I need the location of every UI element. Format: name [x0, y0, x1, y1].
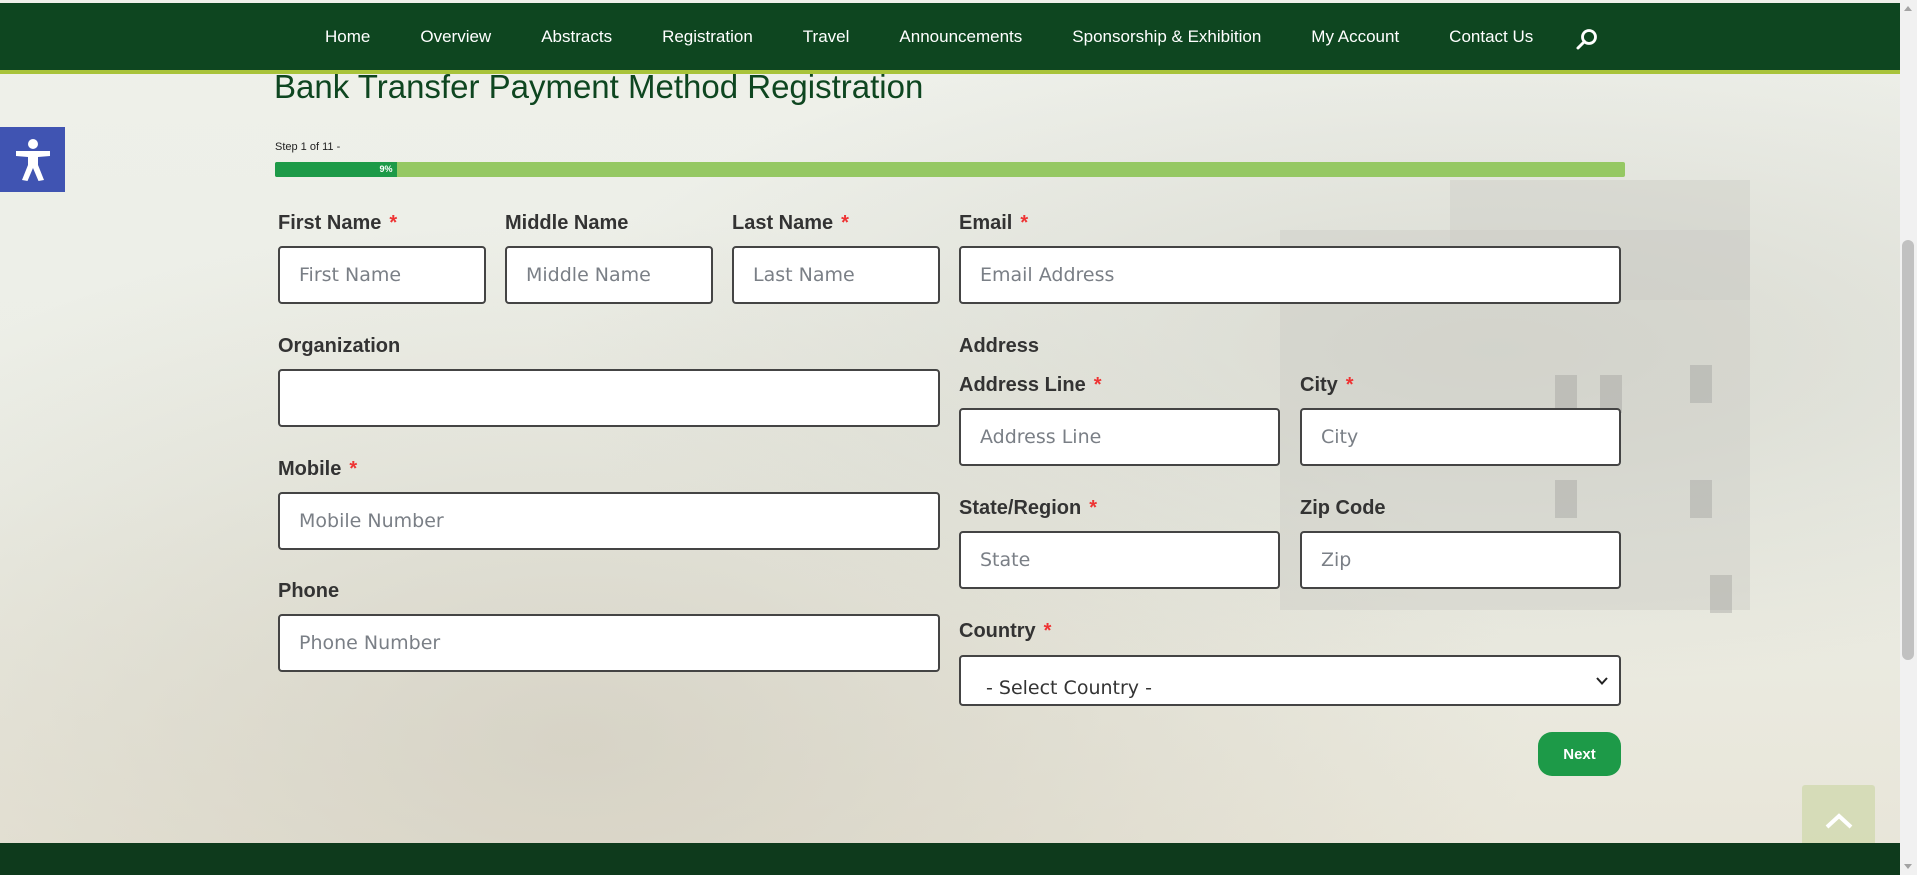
state-region-label-text: State/Region: [959, 497, 1082, 519]
phone-label: Phone: [278, 580, 339, 603]
page-title: Bank Transfer Payment Method Registratio…: [274, 68, 924, 105]
country-label: Country *: [959, 620, 1051, 643]
middle-name-label-text: Middle Name: [505, 212, 629, 234]
nav-home[interactable]: Home: [300, 27, 395, 47]
email-label-text: Email: [959, 212, 1013, 234]
scroll-up-arrow-icon[interactable]: [1904, 6, 1912, 11]
address-line-label: Address Line *: [959, 374, 1102, 397]
address-line-label-text: Address Line: [959, 374, 1086, 396]
zip-input[interactable]: [1300, 531, 1621, 589]
address-line-input[interactable]: [959, 408, 1280, 466]
first-name-label: First Name *: [278, 212, 397, 235]
address-heading: Address: [959, 335, 1040, 357]
progress-bar: 9%: [275, 162, 1625, 177]
phone-label-text: Phone: [278, 580, 340, 602]
page-scrollbar[interactable]: [1900, 0, 1917, 875]
chevron-up-icon: [1825, 812, 1852, 828]
search-icon[interactable]: [1575, 27, 1599, 51]
organization-label: Organization: [278, 335, 400, 358]
required-mark: *: [1089, 497, 1098, 519]
organization-label-text: Organization: [278, 335, 401, 357]
accessibility-icon: [15, 138, 50, 181]
state-region-label: State/Region *: [959, 497, 1097, 520]
scrollbar-thumb[interactable]: [1902, 240, 1914, 660]
middle-name-label: Middle Name: [505, 212, 628, 235]
required-mark: *: [1093, 374, 1102, 396]
nav-registration[interactable]: Registration: [637, 27, 778, 47]
first-name-input[interactable]: [278, 246, 486, 304]
nav-travel[interactable]: Travel: [778, 27, 875, 47]
first-name-label-text: First Name: [278, 212, 382, 234]
progress-label: 9%: [379, 164, 393, 174]
scroll-down-arrow-icon[interactable]: [1904, 864, 1912, 869]
main-menu: Home Overview Abstracts Registration Tra…: [300, 3, 1558, 70]
step-indicator: Step 1 of 11 -: [275, 141, 341, 153]
mobile-input[interactable]: [278, 492, 940, 550]
last-name-label: Last Name *: [732, 212, 849, 235]
required-mark: *: [841, 212, 849, 234]
required-mark: *: [1043, 620, 1052, 642]
country-select-value: - Select Country -: [986, 677, 1152, 699]
required-mark: *: [349, 458, 358, 480]
nav-overview[interactable]: Overview: [395, 27, 516, 47]
phone-input[interactable]: [278, 614, 940, 672]
city-label-text: City: [1300, 374, 1338, 396]
nav-announcements[interactable]: Announcements: [874, 27, 1047, 47]
last-name-label-text: Last Name: [732, 212, 834, 234]
chevron-down-icon: [1596, 677, 1608, 685]
zip-code-label: Zip Code: [1300, 497, 1386, 520]
required-mark: *: [1345, 374, 1354, 396]
country-select[interactable]: - Select Country -: [959, 655, 1621, 706]
next-button[interactable]: Next: [1538, 732, 1621, 776]
zip-code-label-text: Zip Code: [1300, 497, 1386, 519]
city-label: City *: [1300, 374, 1354, 397]
organization-input[interactable]: [278, 369, 940, 427]
required-mark: *: [1020, 212, 1029, 234]
middle-name-input[interactable]: [505, 246, 713, 304]
email-label: Email *: [959, 212, 1028, 235]
state-input[interactable]: [959, 531, 1280, 589]
city-input[interactable]: [1300, 408, 1621, 466]
nav-contact-us[interactable]: Contact Us: [1424, 27, 1558, 47]
nav-my-account[interactable]: My Account: [1286, 27, 1424, 47]
email-input[interactable]: [959, 246, 1621, 304]
country-label-text: Country: [959, 620, 1036, 642]
required-mark: *: [389, 212, 398, 234]
nav-sponsorship-exhibition[interactable]: Sponsorship & Exhibition: [1047, 27, 1286, 47]
footer-bar: [0, 843, 1900, 875]
nav-abstracts[interactable]: Abstracts: [516, 27, 637, 47]
mobile-label-text: Mobile: [278, 458, 342, 480]
last-name-input[interactable]: [732, 246, 940, 304]
top-navigation-bar: Home Overview Abstracts Registration Tra…: [0, 3, 1900, 74]
accessibility-toolbar-button[interactable]: [0, 127, 65, 192]
progress-fill: 9%: [275, 162, 397, 177]
mobile-label: Mobile *: [278, 458, 357, 481]
